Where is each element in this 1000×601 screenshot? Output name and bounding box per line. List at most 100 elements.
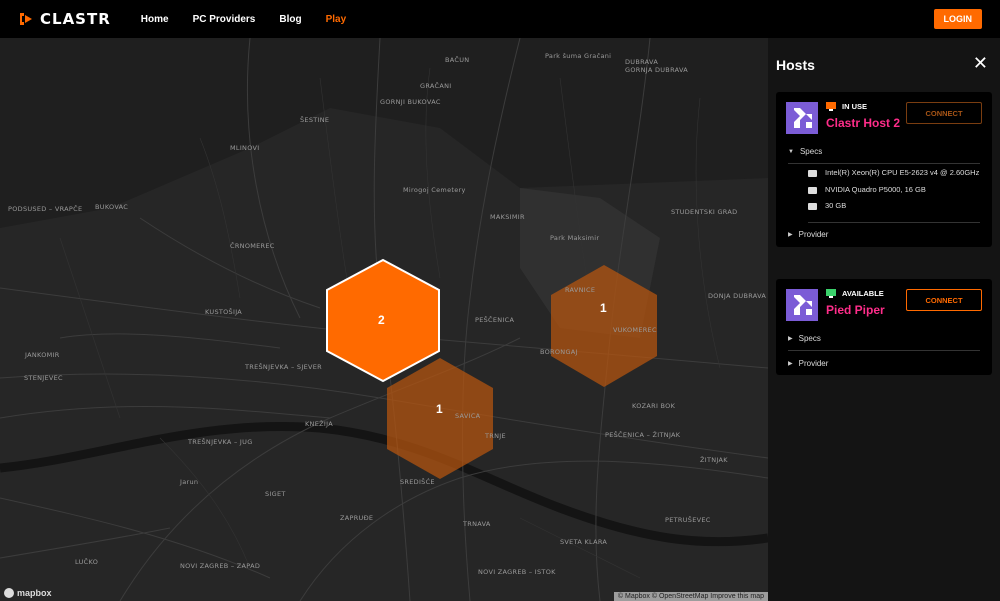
- specs-label: Specs: [798, 334, 821, 343]
- host-avatar: [786, 102, 818, 134]
- map-label: STUDENTSKI GRAD: [671, 208, 738, 216]
- map-label: TREŠNJEVKA – JUG: [188, 438, 253, 446]
- status-text: AVAILABLE: [842, 289, 884, 298]
- map-label: PETRUŠEVEC: [665, 516, 711, 524]
- cpu-icon: [808, 170, 817, 177]
- map-label: PEŠČENICA – ŽITNJAK: [605, 431, 681, 439]
- map-label: ZAPRUĐE: [340, 514, 374, 522]
- nav-blog[interactable]: Blog: [279, 14, 301, 25]
- close-icon[interactable]: ✕: [973, 54, 988, 72]
- spec-list: Intel(R) Xeon(R) CPU E5-2623 v4 @ 2.60GH…: [808, 168, 980, 223]
- map-view[interactable]: 2 1 1 BAČUN Park šuma Gračani GRAČANI ŠE…: [0, 38, 768, 601]
- top-nav: CLASTR Home PC Providers Blog Play LOGIN: [0, 0, 1000, 38]
- specs-toggle[interactable]: ▶ Specs: [788, 327, 980, 351]
- map-label: SAVICA: [455, 412, 481, 420]
- cluster-count: 1: [436, 402, 443, 416]
- mapbox-text: mapbox: [17, 588, 52, 598]
- map-label: Jarun: [180, 478, 199, 486]
- map-label: KOZARI BOK: [632, 402, 676, 410]
- map-label: PODSUSED – VRAPČE: [8, 205, 83, 213]
- map-label: VUKOMEREC: [613, 326, 657, 334]
- nav-pc-providers[interactable]: PC Providers: [193, 14, 256, 25]
- specs-toggle[interactable]: ▼ Specs: [788, 140, 980, 164]
- host-name: Pied Piper: [826, 303, 885, 317]
- map-label: MLINOVI: [230, 144, 260, 152]
- cluster-count: 2: [378, 313, 385, 327]
- host-name: Clastr Host 2: [826, 116, 901, 130]
- main-nav: Home PC Providers Blog Play: [141, 14, 370, 25]
- map-label: SVETA KLARA: [560, 538, 608, 546]
- host-avatar: [786, 289, 818, 321]
- provider-toggle[interactable]: ▶ Provider: [788, 223, 980, 247]
- map-label: Park Maksimir: [550, 234, 600, 242]
- spec-gpu-text: NVIDIA Quadro P5000, 16 GB: [825, 184, 926, 194]
- map-label: BAČUN: [445, 56, 470, 64]
- connect-button[interactable]: CONNECT: [906, 102, 982, 124]
- map-label: SREDIŠĆE: [400, 478, 435, 486]
- host-avatar-icon: [786, 102, 818, 134]
- gpu-icon: [808, 186, 817, 194]
- map-label: BUKOVAC: [95, 203, 129, 211]
- spec-ram: 30 GB: [808, 201, 980, 212]
- mapbox-icon: [4, 588, 14, 598]
- map-label: ČRNOMEREC: [230, 242, 275, 250]
- map-label: TRNAVA: [463, 520, 491, 528]
- host-status: AVAILABLE: [826, 289, 884, 298]
- map-label: TREŠNJEVKA – SJEVER: [245, 363, 322, 371]
- map-label: NOVI ZAGREB – ZAPAD: [180, 562, 261, 570]
- map-label: PEŠČENICA: [475, 316, 515, 324]
- map-label: STENJEVEC: [24, 374, 63, 382]
- map-label: GORNJI BUKOVAC: [380, 98, 441, 106]
- brand-name: CLASTR: [40, 10, 111, 28]
- cluster-count: 1: [600, 301, 607, 315]
- map-label: GRAČANI: [420, 82, 452, 90]
- spec-gpu: NVIDIA Quadro P5000, 16 GB: [808, 185, 980, 196]
- provider-label: Provider: [798, 230, 829, 239]
- monitor-icon: [826, 102, 836, 111]
- caret-down-icon: ▼: [788, 148, 794, 155]
- monitor-icon: [826, 289, 836, 298]
- host-card: AVAILABLE Pied Piper CONNECT ▶ Specs ▶ P…: [776, 279, 992, 375]
- panel-title: Hosts: [776, 57, 815, 73]
- mapbox-logo[interactable]: mapbox: [4, 588, 52, 598]
- map-label: KNEŽIJA: [305, 420, 333, 428]
- host-avatar-icon: [786, 289, 818, 321]
- map-label: ŽITNJAK: [700, 456, 728, 464]
- map-label: DONJA DUBRAVA: [708, 292, 767, 300]
- caret-right-icon: ▶: [788, 336, 793, 342]
- specs-label: Specs: [799, 147, 823, 156]
- nav-home[interactable]: Home: [141, 14, 169, 25]
- login-button[interactable]: LOGIN: [933, 9, 982, 29]
- map-label: GORNJA DUBRAVA: [625, 66, 689, 74]
- provider-toggle[interactable]: ▶ Provider: [788, 351, 980, 375]
- map-label: BORONGAJ: [540, 348, 578, 356]
- map-label: TRNJE: [485, 432, 506, 440]
- map-label: Mirogoj Cemetery: [403, 186, 466, 194]
- map-label: NOVI ZAGREB – ISTOK: [478, 568, 556, 576]
- map-label: LUČKO: [75, 558, 99, 566]
- caret-right-icon: ▶: [788, 360, 793, 367]
- host-status: IN USE: [826, 102, 867, 111]
- nav-play[interactable]: Play: [326, 14, 347, 25]
- map-label: ŠESTINE: [300, 116, 330, 124]
- brand-logo[interactable]: CLASTR: [18, 10, 111, 28]
- map-label: SIGET: [265, 490, 286, 498]
- status-text: IN USE: [842, 102, 868, 111]
- provider-label: Provider: [798, 358, 829, 368]
- memory-icon: [808, 203, 817, 210]
- clastr-logo-icon: [20, 13, 32, 25]
- caret-right-icon: ▶: [788, 232, 793, 238]
- map-label: KUSTOŠIJA: [205, 308, 243, 316]
- spec-cpu-text: Intel(R) Xeon(R) CPU E5-2623 v4 @ 2.60GH…: [825, 168, 980, 177]
- map-attribution[interactable]: © Mapbox © OpenStreetMap Improve this ma…: [613, 592, 768, 601]
- host-card: IN USE Clastr Host 2 CONNECT ▼ Specs Int…: [776, 92, 992, 247]
- hosts-panel: Hosts ✕ IN USE Clastr Host 2 CONNECT ▼ S…: [768, 38, 1000, 601]
- map-label: RAVNICE: [565, 286, 596, 294]
- map-label: DUBRAVA: [625, 58, 659, 66]
- map-label: MAKSIMIR: [490, 213, 525, 221]
- map-label: JANKOMIR: [25, 351, 60, 359]
- spec-ram-text: 30 GB: [825, 201, 847, 210]
- connect-button[interactable]: CONNECT: [906, 289, 982, 311]
- map-label: Park šuma Gračani: [545, 52, 612, 60]
- spec-cpu: Intel(R) Xeon(R) CPU E5-2623 v4 @ 2.60GH…: [808, 168, 980, 179]
